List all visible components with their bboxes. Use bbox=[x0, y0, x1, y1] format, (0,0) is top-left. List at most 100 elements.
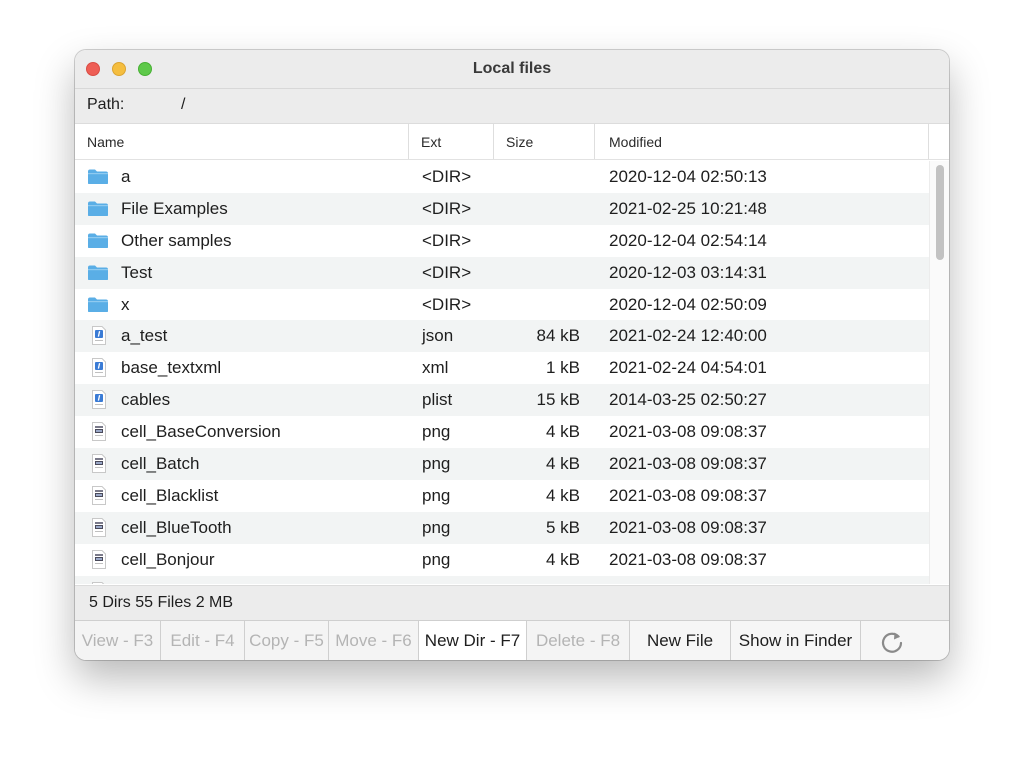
path-label: Path: bbox=[87, 96, 125, 113]
file-name: a bbox=[121, 167, 131, 186]
image-file-icon bbox=[87, 448, 111, 480]
file-size: 1 kB bbox=[545, 358, 580, 378]
move-button[interactable]: Move - F6 bbox=[329, 621, 419, 660]
text-file-icon bbox=[87, 320, 111, 352]
file-modified: 2020-12-03 03:14:31 bbox=[609, 262, 767, 282]
file-ext: plist bbox=[422, 390, 453, 410]
file-name: cell_Bonjour bbox=[121, 549, 215, 569]
file-name: cables bbox=[121, 390, 171, 410]
path-bar: Path: / bbox=[75, 89, 949, 124]
folder-icon bbox=[87, 289, 111, 321]
show-in-finder-button[interactable]: Show in Finder bbox=[731, 621, 861, 660]
file-row[interactable]: cell_Bonjour png 4 kB 2021-03-08 09:08:37 bbox=[75, 544, 929, 576]
file-size: 4 kB bbox=[545, 549, 580, 569]
file-row[interactable]: cell_Blacklist png 4 kB 2021-03-08 09:08:37 bbox=[75, 480, 929, 512]
edit-button[interactable]: Edit - F4 bbox=[161, 621, 245, 660]
file-row[interactable]: base_textxml xml 1 kB 2021-02-24 04:54:01 bbox=[75, 352, 929, 384]
file-name: a_test bbox=[121, 326, 168, 346]
file-row[interactable]: cables plist 15 kB 2014-03-25 02:50:27 bbox=[75, 384, 929, 417]
file-modified: 2021-03-08 09:08:37 bbox=[609, 454, 767, 474]
column-header-size[interactable]: Size bbox=[494, 124, 595, 159]
file-modified: 2020-12-04 02:50:09 bbox=[609, 294, 767, 314]
column-header-modified[interactable]: Modified bbox=[595, 124, 929, 159]
file-size: 4 kB bbox=[545, 422, 580, 442]
file-modified: 2021-02-24 04:54:01 bbox=[609, 358, 767, 378]
new-dir-button[interactable]: New Dir - F7 bbox=[419, 621, 527, 660]
file-modified: 2014-03-25 02:50:27 bbox=[609, 390, 767, 410]
file-ext: png bbox=[422, 422, 451, 442]
refresh-button[interactable] bbox=[861, 621, 949, 660]
file-size bbox=[494, 257, 580, 289]
view-button[interactable]: View - F3 bbox=[75, 621, 161, 660]
text-file-icon bbox=[87, 384, 111, 416]
image-file-icon bbox=[87, 544, 111, 576]
folder-row[interactable]: x <DIR> 2020-12-04 02:50:09 bbox=[75, 289, 929, 321]
file-row[interactable]: cell_BaseConversion png 4 kB 2021-03-08 09:… bbox=[75, 416, 929, 448]
file-ext: png bbox=[422, 549, 451, 569]
delete-button[interactable]: Delete - F8 bbox=[527, 621, 630, 660]
folder-row[interactable]: File Examples <DIR> 2021-02-25 10:21:48 bbox=[75, 192, 929, 225]
file-ext: <DIR> bbox=[422, 198, 472, 218]
path-value[interactable]: / bbox=[181, 96, 185, 114]
status-text: 5 Dirs 55 Files 2 MB bbox=[89, 594, 234, 611]
file-size bbox=[494, 161, 580, 193]
file-size: 5 kB bbox=[545, 517, 580, 537]
file-ext: png bbox=[422, 517, 451, 537]
folder-row[interactable]: Test <DIR> 2020-12-03 03:14:31 bbox=[75, 256, 929, 289]
file-name: cell_BaseConversion bbox=[121, 422, 281, 442]
file-name: Other samples bbox=[121, 230, 232, 250]
file-ext: <DIR> bbox=[422, 262, 472, 282]
title-bar[interactable]: Local files bbox=[75, 50, 949, 89]
file-name: base_textxml bbox=[121, 358, 222, 378]
file-ext: <DIR> bbox=[422, 230, 472, 250]
folder-row[interactable]: a <DIR> 2020-12-04 02:50:13 bbox=[75, 161, 929, 193]
file-modified: 2020-12-04 02:50:13 bbox=[609, 167, 767, 186]
file-modified: 2021-02-24 12:40:00 bbox=[609, 326, 767, 346]
file-size: 4 kB bbox=[545, 454, 580, 474]
file-name: File Examples bbox=[121, 198, 228, 218]
file-modified: 2021-03-08 09:08:37 bbox=[609, 422, 767, 442]
file-ext: xml bbox=[422, 358, 449, 378]
image-file-icon bbox=[87, 512, 111, 544]
file-size bbox=[494, 576, 580, 584]
image-file-icon bbox=[87, 576, 111, 584]
file-row[interactable] bbox=[75, 575, 929, 584]
file-modified: 2021-02-25 10:21:48 bbox=[609, 198, 767, 218]
bottom-toolbar: View - F3 Edit - F4 Copy - F5 Move - F6 New … bbox=[75, 620, 949, 660]
vertical-scrollbar[interactable] bbox=[929, 161, 949, 584]
file-size bbox=[494, 225, 580, 257]
image-file-icon bbox=[87, 480, 111, 512]
file-row[interactable]: a_test json 84 kB 2021-02-24 12:40:00 bbox=[75, 320, 929, 353]
column-header-name[interactable]: Name bbox=[75, 124, 409, 159]
folder-icon bbox=[87, 193, 111, 225]
column-header: Name Ext Size Modified bbox=[75, 124, 949, 160]
folder-row[interactable]: Other samples <DIR> 2020-12-04 02:54:14 bbox=[75, 225, 929, 257]
window-title: Local files bbox=[472, 60, 552, 77]
file-size bbox=[494, 289, 580, 321]
file-name: cell_Batch bbox=[121, 454, 200, 474]
file-ext: <DIR> bbox=[422, 294, 472, 314]
file-browser-window: Local files Path: / Name Ext Size Modifi… bbox=[75, 50, 949, 660]
column-header-ext[interactable]: Ext bbox=[409, 124, 494, 159]
copy-button[interactable]: Copy - F5 bbox=[245, 621, 329, 660]
scrollbar-thumb[interactable] bbox=[936, 165, 944, 260]
file-row[interactable]: cell_BlueTooth png 5 kB 2021-03-08 09:08:37 bbox=[75, 511, 929, 544]
image-file-icon bbox=[87, 416, 111, 448]
folder-icon bbox=[87, 161, 111, 193]
file-modified: 2020-12-04 02:54:14 bbox=[609, 230, 767, 250]
file-size bbox=[494, 193, 580, 225]
file-name: Test bbox=[121, 262, 153, 282]
folder-icon bbox=[87, 257, 111, 289]
text-file-icon bbox=[87, 352, 111, 384]
file-size: 15 kB bbox=[536, 390, 580, 410]
folder-icon bbox=[87, 225, 111, 257]
file-modified: 2021-03-08 09:08:37 bbox=[609, 517, 767, 537]
file-name: cell_Blacklist bbox=[121, 485, 219, 505]
status-bar: 5 Dirs 55 Files 2 MB bbox=[75, 585, 949, 621]
file-ext: png bbox=[422, 485, 451, 505]
file-size: 4 kB bbox=[545, 485, 580, 505]
file-ext: <DIR> bbox=[422, 167, 472, 186]
file-list[interactable]: a <DIR> 2020-12-04 02:50:13 File Examples <D… bbox=[75, 161, 929, 584]
new-file-button[interactable]: New File bbox=[630, 621, 731, 660]
file-row[interactable]: cell_Batch png 4 kB 2021-03-08 09:08:37 bbox=[75, 448, 929, 480]
